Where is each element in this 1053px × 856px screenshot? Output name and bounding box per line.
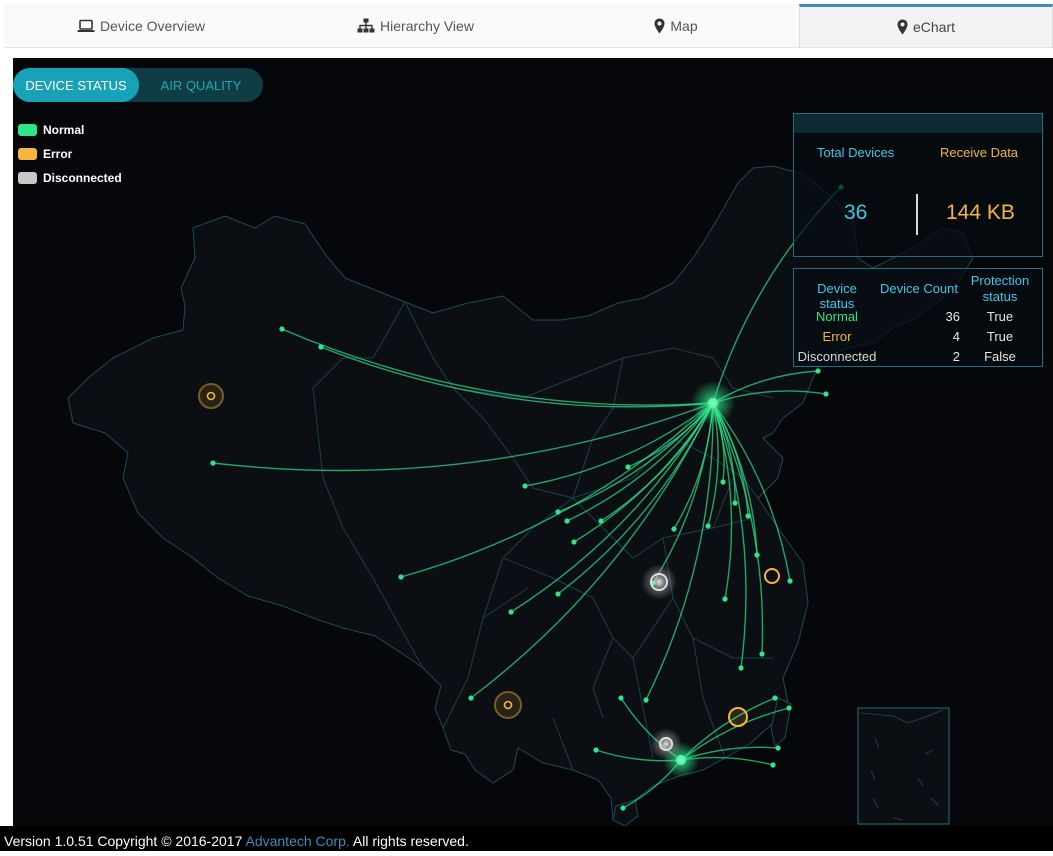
normal-device-dot[interactable] — [468, 695, 474, 701]
normal-device-dot[interactable] — [508, 609, 514, 615]
normal-device-dot[interactable] — [759, 651, 765, 657]
normal-device-dot[interactable] — [625, 464, 631, 470]
total-devices-value: 36 — [844, 201, 868, 224]
tab-bar: Device Overview Hierarchy View Map eChar… — [4, 4, 1053, 48]
normal-device-dot[interactable] — [522, 483, 528, 489]
normal-device-dot[interactable] — [787, 578, 793, 584]
error-marker[interactable] — [494, 691, 522, 719]
legend-swatch — [18, 124, 37, 136]
normal-device-dot[interactable] — [593, 747, 599, 753]
copyright-text: Version 1.0.51 Copyright © 2016-2017 — [4, 833, 246, 849]
normal-device-dot[interactable] — [720, 479, 726, 485]
normal-device-dot[interactable] — [772, 695, 778, 701]
normal-device-dot[interactable] — [823, 391, 829, 397]
panel-header — [794, 114, 1042, 133]
table-cell-count: 4 — [952, 329, 960, 344]
normal-device-dot[interactable] — [738, 665, 744, 671]
device-status-toggle[interactable]: DEVICE STATUS — [13, 68, 139, 102]
table-cell-protection: False — [984, 349, 1016, 364]
legend-item-disconnected[interactable]: Disconnected — [18, 166, 122, 190]
normal-device-dot[interactable] — [555, 509, 561, 515]
tab-map[interactable]: Map — [553, 4, 799, 47]
normal-device-dot[interactable] — [555, 591, 561, 597]
divider — [916, 194, 918, 235]
table-header: Device Count — [879, 281, 959, 296]
tab-label: Map — [670, 17, 698, 34]
sitemap-icon — [357, 18, 375, 33]
tab-hierarchy-view[interactable]: Hierarchy View — [278, 4, 553, 47]
table-cell-count: 36 — [945, 309, 960, 324]
receive-data-value: 144 KB — [946, 201, 1015, 224]
table-header: Protection status — [970, 273, 1030, 304]
disconnected-marker[interactable] — [650, 728, 682, 760]
table-cell-status: Error — [822, 329, 852, 344]
normal-device-dot[interactable] — [618, 695, 624, 701]
normal-device-dot[interactable] — [786, 705, 792, 711]
table-header: Device status — [817, 281, 857, 311]
normal-device-dot[interactable] — [210, 460, 216, 466]
legend-label: Disconnected — [43, 171, 122, 185]
status-table: Device status Device Count Protection st… — [793, 268, 1043, 367]
normal-device-dot[interactable] — [770, 762, 776, 768]
normal-device-dot[interactable] — [705, 523, 711, 529]
rights-text: All rights reserved. — [349, 833, 469, 849]
normal-device-dot[interactable] — [571, 539, 577, 545]
tab-label: Device Overview — [99, 17, 206, 34]
legend-swatch — [18, 148, 37, 160]
advantech-link[interactable]: Advantech Corp. — [245, 833, 349, 849]
tab-label: Hierarchy View — [380, 17, 474, 34]
table-cell-protection: True — [986, 329, 1014, 344]
status-toggle: DEVICE STATUS AIR QUALITY — [13, 68, 263, 102]
normal-device-dot[interactable] — [754, 552, 760, 558]
legend-label: Error — [43, 147, 73, 161]
table-cell-status: Normal — [816, 309, 858, 324]
footer: Version 1.0.51 Copyright © 2016-2017 Adv… — [0, 826, 1053, 851]
legend-swatch — [18, 172, 37, 184]
tab-echart[interactable]: eChart — [799, 4, 1053, 47]
normal-device-dot[interactable] — [775, 745, 781, 751]
tab-label: eChart — [912, 19, 956, 35]
normal-device-dot[interactable] — [318, 344, 324, 350]
normal-device-dot[interactable] — [745, 513, 751, 519]
normal-device-dot[interactable] — [564, 518, 570, 524]
table-cell-count: 2 — [952, 349, 960, 364]
tab-device-overview[interactable]: Device Overview — [4, 4, 278, 47]
legend-item-normal[interactable]: Normal — [18, 118, 122, 142]
error-marker[interactable] — [728, 707, 748, 727]
legend-item-error[interactable]: Error — [18, 142, 122, 166]
normal-device-dot[interactable] — [398, 574, 404, 580]
total-devices-label: Total Devices — [817, 145, 895, 160]
normal-device-dot[interactable] — [620, 805, 626, 811]
table-cell-protection: True — [986, 309, 1014, 324]
legend-label: Normal — [43, 123, 85, 137]
normal-device-dot[interactable] — [598, 518, 604, 524]
laptop-icon — [77, 19, 95, 33]
normal-device-dot[interactable] — [722, 596, 728, 602]
device-map[interactable]: DEVICE STATUS AIR QUALITY Normal Error D… — [13, 58, 1053, 826]
hub-glow — [691, 381, 735, 425]
table-cell-status: Disconnected — [797, 349, 877, 364]
normal-device-dot[interactable] — [732, 500, 738, 506]
error-marker[interactable] — [198, 383, 224, 409]
normal-device-dot[interactable] — [279, 326, 285, 332]
receive-data-label: Receive Data — [940, 145, 1019, 160]
disconnected-marker[interactable] — [641, 564, 677, 600]
summary-panel: Total Devices Receive Data 36 144 KB — [793, 113, 1043, 257]
map-marker-icon — [654, 18, 665, 34]
normal-device-dot[interactable] — [643, 697, 649, 703]
normal-device-dot[interactable] — [815, 368, 821, 374]
normal-device-dot[interactable] — [671, 526, 677, 532]
map-legend: Normal Error Disconnected — [18, 118, 122, 190]
map-marker-icon — [897, 19, 908, 35]
air-quality-toggle[interactable]: AIR QUALITY — [139, 68, 263, 102]
